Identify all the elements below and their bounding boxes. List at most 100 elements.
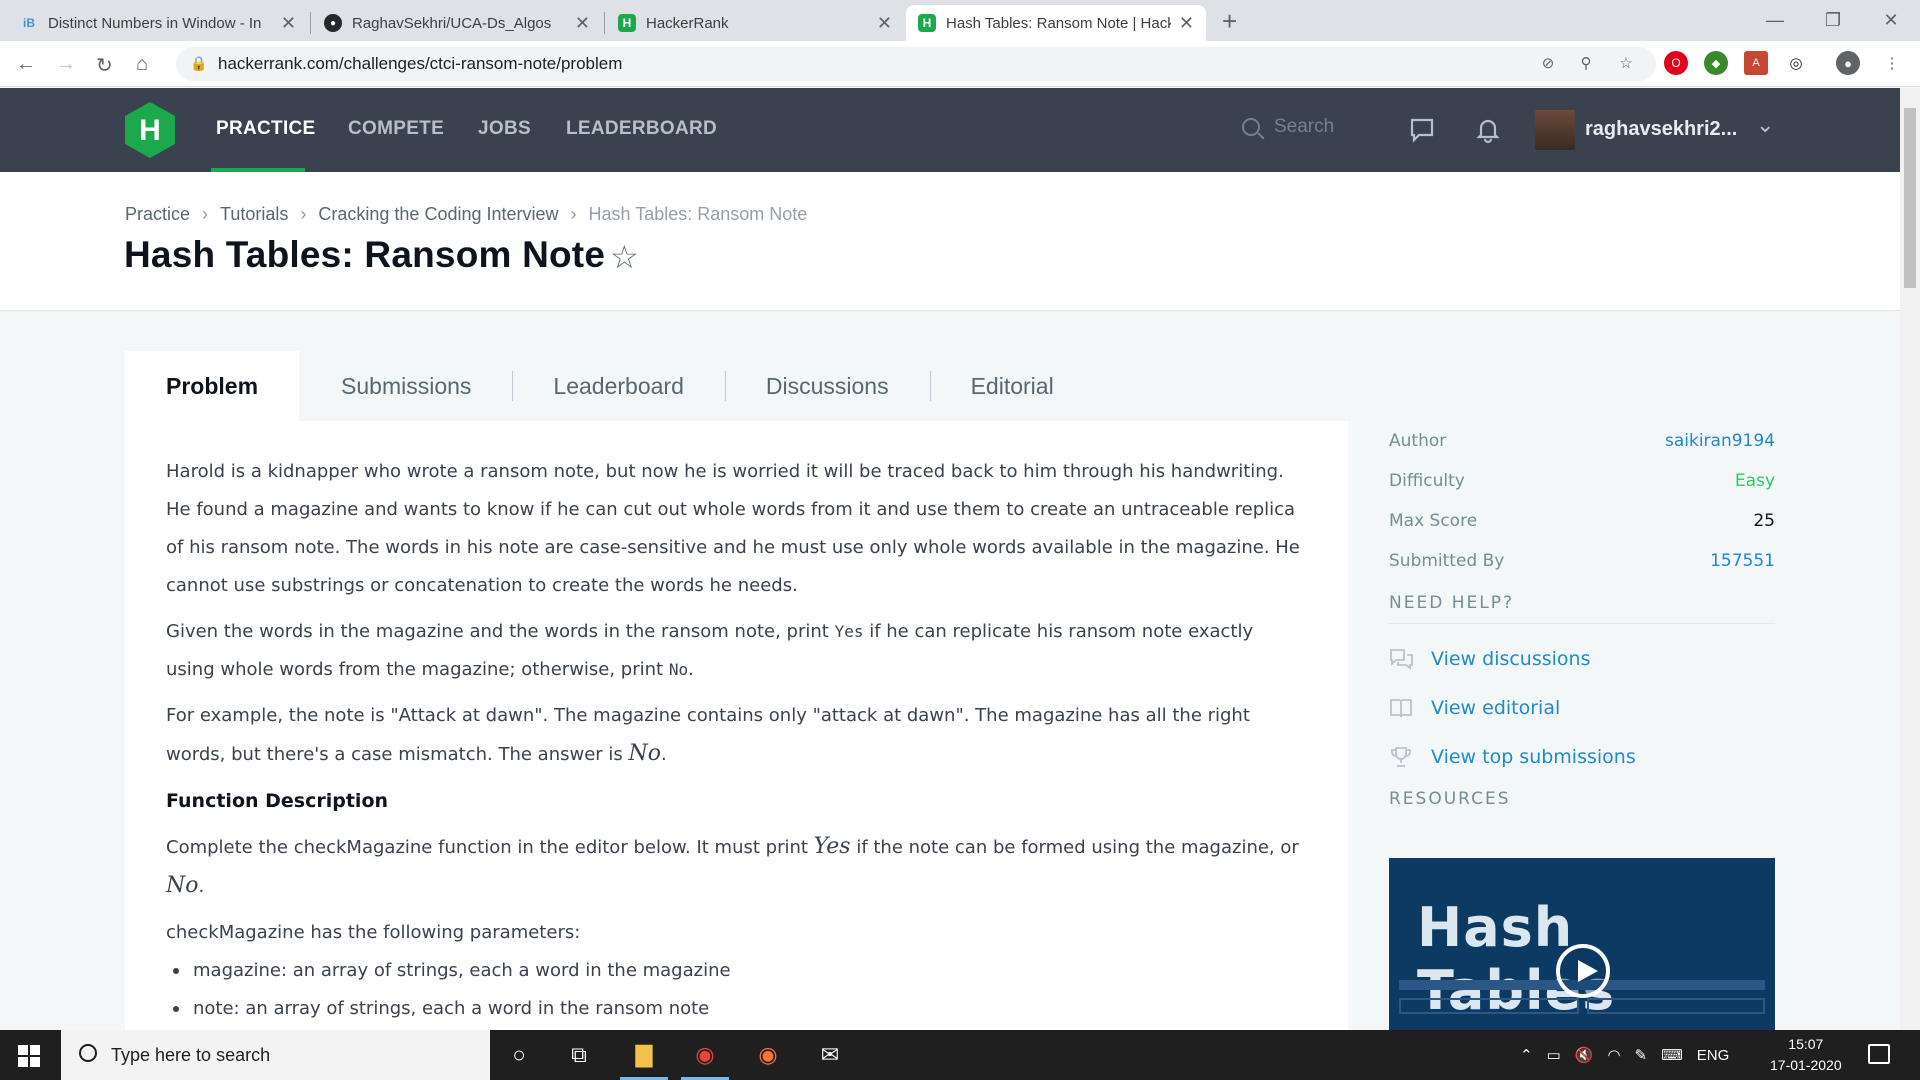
address-bar[interactable]: 🔒 hackerrank.com/challenges/ctci-ransom-… xyxy=(176,47,1656,81)
link-label: View top submissions xyxy=(1431,745,1636,768)
nav-practice[interactable]: PRACTICE xyxy=(216,118,316,140)
difficulty-value: Easy xyxy=(1734,471,1775,491)
messages-icon[interactable] xyxy=(1408,116,1436,144)
close-tab-icon[interactable]: ✕ xyxy=(281,13,296,34)
nav-jobs[interactable]: JOBS xyxy=(478,118,531,140)
home-icon[interactable]: ⌂ xyxy=(136,53,148,76)
tab-discussions[interactable]: Discussions xyxy=(726,351,931,421)
browser-tab-ransom-note[interactable]: H Hash Tables: Ransom Note | Hack ✕ xyxy=(906,5,1206,41)
nav-compete[interactable]: COMPETE xyxy=(348,118,444,140)
text: Complete the checkMagazine function in t… xyxy=(166,837,814,858)
close-tab-icon[interactable]: ✕ xyxy=(877,13,892,34)
bookmark-star-icon[interactable]: ☆ xyxy=(1614,51,1638,75)
view-discussions-link[interactable]: View discussions xyxy=(1389,634,1775,683)
tab-problem[interactable]: Problem xyxy=(125,351,300,421)
translate-icon[interactable]: ⊘ xyxy=(1536,51,1560,75)
close-tab-icon[interactable]: ✕ xyxy=(575,13,590,34)
nav-leaderboard[interactable]: LEADERBOARD xyxy=(566,118,717,140)
restore-icon[interactable]: ❐ xyxy=(1804,0,1862,40)
clock-date: 17-01-2020 xyxy=(1770,1057,1842,1073)
detail-difficulty: Difficulty Easy xyxy=(1389,461,1775,501)
keyboard-icon[interactable]: ⌨ xyxy=(1661,1046,1683,1064)
browser-tab-title: RaghavSekhri/UCA-Ds_Algos xyxy=(352,14,552,32)
play-icon[interactable] xyxy=(1556,944,1610,998)
breadcrumb-ctci[interactable]: Cracking the Coding Interview xyxy=(318,204,558,225)
chevron-up-icon[interactable]: ⌃ xyxy=(1520,1046,1533,1064)
breadcrumb-tutorials[interactable]: Tutorials xyxy=(220,204,288,225)
browser-tab-github[interactable]: ● RaghavSekhri/UCA-Ds_Algos ✕ xyxy=(312,5,602,41)
view-top-submissions-link[interactable]: View top submissions xyxy=(1389,732,1775,781)
wifi-icon[interactable]: ◠ xyxy=(1607,1046,1620,1064)
zoom-icon[interactable]: ⚲ xyxy=(1574,51,1598,75)
nav-search-placeholder: Search xyxy=(1274,116,1335,137)
chevron-right-icon: › xyxy=(570,204,577,224)
scrollbar-thumb[interactable] xyxy=(1904,108,1916,288)
screenshot-extension-icon[interactable]: ◎ xyxy=(1784,51,1808,75)
new-tab-icon[interactable]: + xyxy=(1222,6,1237,37)
problem-paragraph: Given the words in the magazine and the … xyxy=(166,613,1307,689)
nav-search[interactable]: Search xyxy=(1242,116,1334,138)
battery-icon[interactable]: ▭ xyxy=(1547,1046,1561,1064)
url-text: hackerrank.com/challenges/ctci-ransom-no… xyxy=(218,54,623,73)
menu-dots-icon[interactable]: ⋮ xyxy=(1880,51,1904,75)
browser-tab-title: Hash Tables: Ransom Note | Hack xyxy=(946,14,1171,32)
user-avatar[interactable] xyxy=(1535,110,1575,150)
search-icon xyxy=(1242,118,1260,136)
browser-tab-hackerrank[interactable]: H HackerRank ✕ xyxy=(606,5,904,41)
submitted-by-link[interactable]: 157551 xyxy=(1710,551,1775,571)
window-controls: — ❐ ✕ xyxy=(1746,0,1920,40)
bookmark-star-icon[interactable]: ☆ xyxy=(610,238,639,276)
cortana-icon[interactable]: ○ xyxy=(503,1040,535,1070)
book-icon xyxy=(1389,697,1415,719)
breadcrumb-practice[interactable]: Practice xyxy=(125,204,190,225)
windows-start-icon[interactable] xyxy=(18,1045,40,1067)
task-view-icon[interactable]: ⧉ xyxy=(563,1040,595,1070)
firefox-icon[interactable]: ◉ xyxy=(752,1040,784,1070)
minimize-icon[interactable]: — xyxy=(1746,0,1804,40)
math-no: No xyxy=(166,873,199,898)
close-tab-icon[interactable]: ✕ xyxy=(1179,13,1194,34)
hackerrank-logo[interactable]: H xyxy=(125,102,175,158)
forward-icon[interactable]: → xyxy=(56,53,76,76)
tab-leaderboard[interactable]: Leaderboard xyxy=(513,351,726,421)
browser-tab-distinct-numbers[interactable]: iB Distinct Numbers in Window - In ✕ xyxy=(8,5,308,41)
detail-label: Author xyxy=(1389,431,1447,451)
chevron-down-icon[interactable]: ⌄ xyxy=(1756,112,1774,138)
taskbar-search[interactable]: Type here to search xyxy=(61,1030,490,1080)
problem-paragraph: Complete the checkMagazine function in t… xyxy=(166,828,1307,906)
pdf-extension-icon[interactable]: A xyxy=(1744,51,1768,75)
notifications-icon[interactable] xyxy=(1868,1044,1890,1064)
view-editorial-link[interactable]: View editorial xyxy=(1389,683,1775,732)
page-scrollbar[interactable] xyxy=(1900,88,1920,1030)
file-explorer-icon[interactable]: ▇ xyxy=(620,1040,668,1080)
params-intro: checkMagazine has the following paramete… xyxy=(166,922,581,943)
breadcrumb: Practice › Tutorials › Cracking the Codi… xyxy=(125,204,807,225)
language-indicator[interactable]: ENG xyxy=(1697,1047,1730,1064)
system-tray: ⌃ ▭ 🔇 ◠ ✎ ⌨ ENG xyxy=(1520,1030,1743,1080)
link-label: View editorial xyxy=(1431,696,1561,719)
reload-icon[interactable]: ↻ xyxy=(96,53,113,78)
pen-icon[interactable]: ✎ xyxy=(1635,1046,1648,1064)
clock[interactable]: 15:07 17-01-2020 xyxy=(1770,1034,1842,1076)
chrome-icon[interactable]: ◉ xyxy=(681,1040,729,1080)
hash-tables-video[interactable]: Hash Tables xyxy=(1389,858,1775,1030)
volume-muted-icon[interactable]: 🔇 xyxy=(1575,1046,1594,1064)
opera-extension-icon[interactable]: O xyxy=(1664,51,1688,75)
profile-icon[interactable]: ● xyxy=(1836,51,1860,75)
close-window-icon[interactable]: ✕ xyxy=(1862,0,1920,40)
need-help-heading: NEED HELP? xyxy=(1389,593,1775,624)
extension-icon[interactable]: ◆ xyxy=(1704,51,1728,75)
author-link[interactable]: saikiran9194 xyxy=(1665,431,1775,451)
tab-separator xyxy=(604,12,605,34)
github-icon: ● xyxy=(324,14,342,32)
detail-max-score: Max Score 25 xyxy=(1389,501,1775,541)
tab-editorial[interactable]: Editorial xyxy=(931,351,1054,421)
back-icon[interactable]: ← xyxy=(16,53,36,76)
mail-icon[interactable]: ✉ xyxy=(814,1040,846,1070)
problem-paragraph: Harold is a kidnapper who wrote a ransom… xyxy=(166,461,1300,596)
text: For example, the note is "Attack at dawn… xyxy=(166,705,1250,765)
tab-submissions[interactable]: Submissions xyxy=(299,351,514,421)
notifications-bell-icon[interactable] xyxy=(1474,116,1502,144)
text: Given the words in the magazine and the … xyxy=(166,621,835,642)
username[interactable]: raghavsekhri2... xyxy=(1585,118,1737,141)
